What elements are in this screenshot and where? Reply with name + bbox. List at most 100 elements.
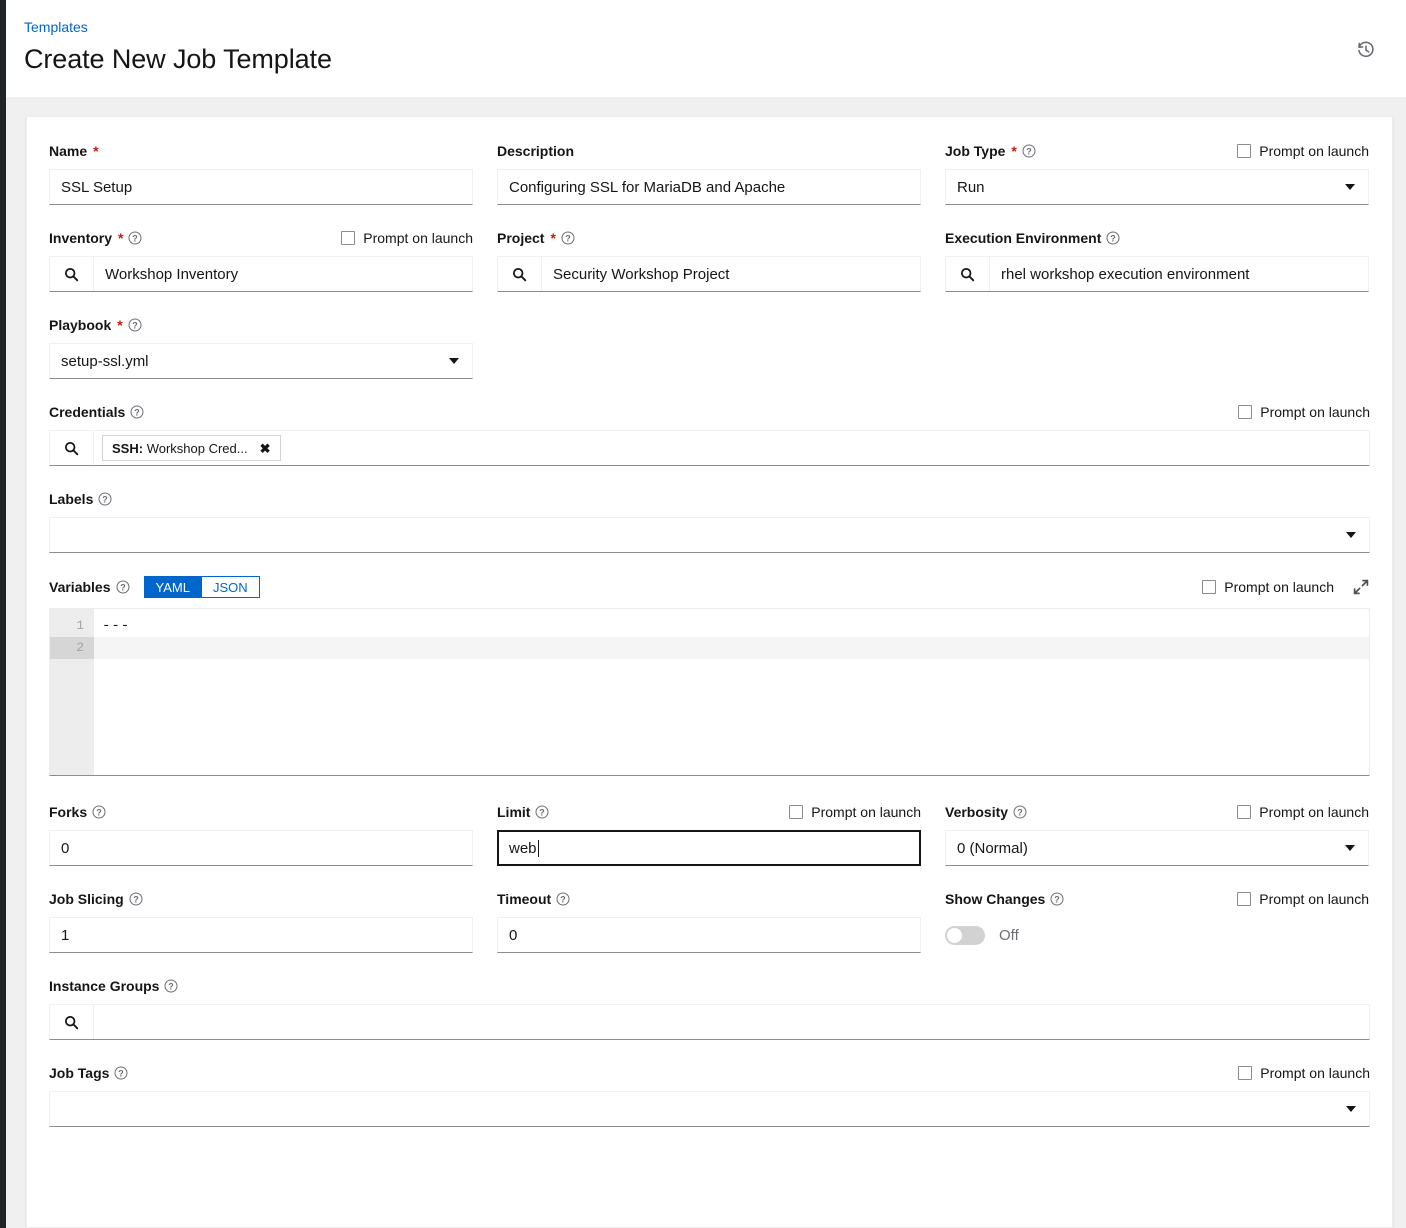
help-icon[interactable]: ? bbox=[1050, 892, 1064, 906]
search-icon[interactable] bbox=[50, 1005, 94, 1039]
verbosity-prompt-on-launch-checkbox[interactable]: Prompt on launch bbox=[1237, 804, 1369, 820]
help-icon[interactable]: ? bbox=[114, 1066, 128, 1080]
help-icon[interactable]: ? bbox=[116, 580, 130, 594]
limit-input[interactable]: web bbox=[497, 830, 921, 866]
field-name-label: Name * bbox=[49, 142, 99, 159]
execution-environment-lookup[interactable]: rhel workshop execution environment bbox=[945, 256, 1369, 292]
job-type-select-value: Run bbox=[957, 178, 985, 196]
instance-groups-lookup[interactable] bbox=[49, 1004, 1370, 1040]
close-icon[interactable]: ✖ bbox=[258, 442, 273, 455]
help-icon[interactable]: ? bbox=[164, 979, 178, 993]
field-job-type-label: Job Type * ? bbox=[945, 143, 1036, 159]
help-icon[interactable]: ? bbox=[556, 892, 570, 906]
help-icon[interactable]: ? bbox=[535, 805, 549, 819]
timeout-input-value: 0 bbox=[509, 926, 518, 944]
show-changes-toggle[interactable] bbox=[945, 925, 985, 945]
labels-multiselect[interactable] bbox=[49, 517, 1370, 553]
field-description: Description Configuring SSL for MariaDB … bbox=[497, 141, 921, 205]
field-labels: Labels ? bbox=[49, 489, 1370, 553]
verbosity-select[interactable]: 0 (Normal) bbox=[945, 830, 1369, 866]
playbook-select-value: setup-ssl.yml bbox=[61, 352, 149, 370]
credentials-chip-area: SSH: Workshop Cred... ✖ bbox=[94, 431, 1369, 465]
field-project-label: Project * ? bbox=[497, 230, 575, 246]
help-icon[interactable]: ? bbox=[128, 318, 142, 332]
description-input-value: Configuring SSL for MariaDB and Apache bbox=[509, 178, 786, 196]
svg-text:?: ? bbox=[133, 233, 139, 243]
search-icon[interactable] bbox=[50, 431, 94, 465]
variables-code-editor[interactable]: 1 2 --- bbox=[49, 608, 1370, 776]
credential-chip-text: SSH: Workshop Cred... bbox=[112, 441, 248, 456]
form-row-2: Inventory * ? Prompt on launch Workshop … bbox=[49, 228, 1370, 292]
description-input[interactable]: Configuring SSL for MariaDB and Apache bbox=[497, 169, 921, 205]
help-icon[interactable]: ? bbox=[1022, 144, 1036, 158]
name-input-value: SSL Setup bbox=[61, 178, 133, 196]
field-playbook-label: Playbook * ? bbox=[49, 317, 142, 333]
svg-text:?: ? bbox=[132, 320, 138, 330]
inventory-input-value: Workshop Inventory bbox=[105, 265, 239, 283]
svg-text:?: ? bbox=[560, 894, 566, 904]
variables-prompt-on-launch-checkbox[interactable]: Prompt on launch bbox=[1202, 579, 1334, 595]
history-icon[interactable] bbox=[1352, 36, 1380, 64]
checkbox-label: Prompt on launch bbox=[1224, 579, 1334, 595]
timeout-input[interactable]: 0 bbox=[497, 917, 921, 953]
help-icon[interactable]: ? bbox=[1013, 805, 1027, 819]
credential-chip-name: Workshop Cred... bbox=[146, 440, 248, 456]
field-variables: Variables ? YAML JSON Prompt on launch 1… bbox=[49, 576, 1370, 776]
job-tags-prompt-on-launch-checkbox[interactable]: Prompt on launch bbox=[1238, 1065, 1370, 1081]
checkbox-label: Prompt on launch bbox=[811, 803, 921, 820]
form-row-variables: Variables ? YAML JSON Prompt on launch 1… bbox=[49, 576, 1370, 776]
editor-content[interactable]: --- bbox=[94, 609, 1369, 775]
checkbox-label: Prompt on launch bbox=[1260, 403, 1370, 420]
job-template-form-card: Name * SSL Setup Description Configuring… bbox=[26, 116, 1393, 1228]
required-marker: * bbox=[1011, 142, 1017, 159]
field-execution-environment-label: Execution Environment ? bbox=[945, 230, 1120, 246]
help-icon[interactable]: ? bbox=[1106, 231, 1120, 245]
chevron-down-icon bbox=[1345, 184, 1355, 190]
variables-mode-yaml-button[interactable]: YAML bbox=[143, 576, 201, 598]
chevron-down-icon bbox=[449, 358, 459, 364]
help-icon[interactable]: ? bbox=[92, 805, 106, 819]
job-tags-multiselect[interactable] bbox=[49, 1091, 1370, 1127]
job-slicing-input[interactable]: 1 bbox=[49, 917, 473, 953]
inventory-prompt-on-launch-checkbox[interactable]: Prompt on launch bbox=[341, 230, 473, 246]
checkbox-box bbox=[789, 804, 804, 819]
form-row-slicing-timeout-changes: Job Slicing ? 1 Timeout ? 0 Show Changes… bbox=[49, 889, 1370, 953]
field-variables-label: Variables ? bbox=[49, 579, 130, 595]
chevron-down-icon bbox=[1346, 1106, 1356, 1112]
playbook-select[interactable]: setup-ssl.yml bbox=[49, 343, 473, 379]
search-icon[interactable] bbox=[946, 257, 990, 291]
forks-input[interactable]: 0 bbox=[49, 830, 473, 866]
breadcrumb-templates[interactable]: Templates bbox=[24, 18, 1382, 38]
credentials-lookup[interactable]: SSH: Workshop Cred... ✖ bbox=[49, 430, 1370, 466]
search-icon[interactable] bbox=[50, 257, 94, 291]
svg-text:?: ? bbox=[120, 582, 126, 592]
required-marker: * bbox=[118, 229, 124, 246]
line-number: 1 bbox=[76, 618, 84, 633]
job-type-select[interactable]: Run bbox=[945, 169, 1369, 205]
svg-text:?: ? bbox=[135, 407, 141, 417]
field-project: Project * ? Security Workshop Project bbox=[497, 228, 921, 292]
project-lookup[interactable]: Security Workshop Project bbox=[497, 256, 921, 292]
help-icon[interactable]: ? bbox=[129, 892, 143, 906]
field-show-changes-label: Show Changes ? bbox=[945, 891, 1064, 907]
help-icon[interactable]: ? bbox=[130, 405, 144, 419]
show-changes-prompt-on-launch-checkbox[interactable]: Prompt on launch bbox=[1237, 891, 1369, 907]
field-job-tags-label: Job Tags ? bbox=[49, 1065, 128, 1081]
help-icon[interactable]: ? bbox=[128, 231, 142, 245]
checkbox-box bbox=[1238, 404, 1253, 419]
limit-prompt-on-launch-checkbox[interactable]: Prompt on launch bbox=[789, 804, 921, 820]
field-show-changes: Show Changes ? Prompt on launch Off bbox=[945, 889, 1369, 953]
help-icon[interactable]: ? bbox=[98, 492, 112, 506]
field-verbosity-label: Verbosity ? bbox=[945, 804, 1027, 820]
expand-arrows-icon[interactable] bbox=[1352, 578, 1370, 596]
variables-mode-json-button[interactable]: JSON bbox=[200, 576, 260, 598]
search-icon[interactable] bbox=[498, 257, 542, 291]
checkbox-box bbox=[1237, 891, 1252, 906]
checkbox-box bbox=[1238, 1065, 1253, 1080]
credentials-prompt-on-launch-checkbox[interactable]: Prompt on launch bbox=[1238, 404, 1370, 420]
inventory-lookup[interactable]: Workshop Inventory bbox=[49, 256, 473, 292]
field-job-type: Job Type * ? Prompt on launch Run bbox=[945, 141, 1369, 205]
name-input[interactable]: SSL Setup bbox=[49, 169, 473, 205]
help-icon[interactable]: ? bbox=[561, 231, 575, 245]
job-type-prompt-on-launch-checkbox[interactable]: Prompt on launch bbox=[1237, 143, 1369, 159]
